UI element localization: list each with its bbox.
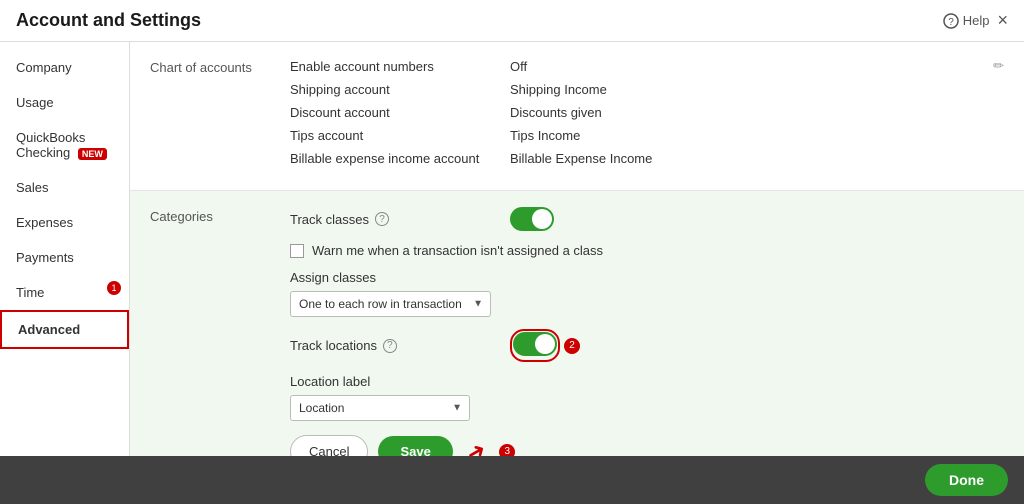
header-actions: ? Help ×: [943, 10, 1008, 31]
sidebar-item-company[interactable]: Company: [0, 50, 129, 85]
sidebar-item-sales[interactable]: Sales: [0, 170, 129, 205]
row-label: Enable account numbers: [290, 59, 510, 74]
form-actions: Cancel Save ➜ 3: [290, 435, 1004, 456]
track-classes-toggle[interactable]: [510, 207, 554, 231]
row-label: Billable expense income account: [290, 151, 510, 166]
table-row: Discount account Discounts given: [290, 105, 1004, 120]
row-label: Discount account: [290, 105, 510, 120]
row-value: Discounts given: [510, 105, 602, 120]
table-row: Enable account numbers Off ✏: [290, 58, 1004, 74]
table-row: Shipping account Shipping Income: [290, 82, 1004, 97]
warn-checkbox-row: Warn me when a transaction isn't assigne…: [290, 243, 1004, 258]
track-classes-help-icon[interactable]: ?: [375, 212, 389, 226]
track-locations-toggle-wrapper: [510, 329, 560, 362]
location-label-text: Location label: [290, 374, 1004, 389]
edit-icon[interactable]: ✏: [993, 58, 1004, 74]
chart-of-accounts-section: Chart of accounts Enable account numbers…: [130, 42, 1024, 191]
chart-rows: Enable account numbers Off ✏ Shipping ac…: [290, 58, 1004, 174]
arrow-annotation-3: ➜: [462, 436, 491, 456]
location-select[interactable]: Location Business Department Division Pr…: [290, 395, 470, 421]
annotation-3: 3: [499, 444, 515, 457]
row-value: Tips Income: [510, 128, 580, 143]
row-label: Tips account: [290, 128, 510, 143]
toggle-knob: [532, 209, 552, 229]
categories-content: Track classes ? Warn me when a transacti…: [290, 207, 1004, 456]
sidebar-item-time[interactable]: Time 1: [0, 275, 129, 310]
track-locations-help-icon[interactable]: ?: [383, 339, 397, 353]
new-badge: NEW: [78, 148, 107, 160]
close-button[interactable]: ×: [997, 10, 1008, 31]
sidebar-item-advanced[interactable]: Advanced: [0, 310, 129, 349]
track-locations-label: Track locations ?: [290, 338, 510, 353]
sidebar-item-quickbooks-checking[interactable]: QuickBooks Checking NEW: [0, 120, 129, 170]
help-button[interactable]: ? Help: [943, 13, 990, 29]
table-row: Billable expense income account Billable…: [290, 151, 1004, 166]
sidebar-item-expenses[interactable]: Expenses: [0, 205, 129, 240]
track-locations-toggle[interactable]: [513, 332, 557, 356]
warn-label: Warn me when a transaction isn't assigne…: [312, 243, 603, 258]
row-label: Shipping account: [290, 82, 510, 97]
sidebar-item-usage[interactable]: Usage: [0, 85, 129, 120]
row-value: Off: [510, 59, 527, 74]
annotation-2: 2: [564, 338, 580, 354]
track-locations-row: Track locations ? 2: [290, 329, 1004, 362]
page-title: Account and Settings: [16, 10, 201, 31]
sidebar: Company Usage QuickBooks Checking NEW Sa…: [0, 42, 130, 456]
help-label: Help: [963, 13, 990, 28]
row-value: Billable Expense Income: [510, 151, 652, 166]
page-header: Account and Settings ? Help ×: [0, 0, 1024, 42]
track-classes-row: Track classes ?: [290, 207, 1004, 231]
save-button[interactable]: Save: [378, 436, 452, 456]
sidebar-item-payments[interactable]: Payments: [0, 240, 129, 275]
toggle-knob: [535, 334, 555, 354]
assign-classes-select[interactable]: One to each row in transaction One to ea…: [290, 291, 491, 317]
help-icon: ?: [943, 13, 959, 29]
cancel-button[interactable]: Cancel: [290, 435, 368, 456]
svg-text:?: ?: [948, 17, 954, 28]
main-layout: Company Usage QuickBooks Checking NEW Sa…: [0, 42, 1024, 456]
content-area: Chart of accounts Enable account numbers…: [130, 42, 1024, 456]
table-row: Tips account Tips Income: [290, 128, 1004, 143]
done-button[interactable]: Done: [925, 464, 1008, 496]
assign-classes-select-wrap: One to each row in transaction One to ea…: [290, 291, 491, 317]
categories-section: Categories Track classes ? Warn me when …: [130, 191, 1024, 456]
chart-of-accounts-label: Chart of accounts: [150, 58, 290, 174]
location-select-wrap: Location Business Department Division Pr…: [290, 395, 470, 421]
row-value: Shipping Income: [510, 82, 607, 97]
time-badge: 1: [107, 281, 121, 295]
categories-label: Categories: [150, 207, 290, 456]
assign-classes-label: Assign classes: [290, 270, 1004, 285]
footer: Done: [0, 456, 1024, 504]
track-classes-label: Track classes ?: [290, 212, 510, 227]
warn-checkbox[interactable]: [290, 244, 304, 258]
